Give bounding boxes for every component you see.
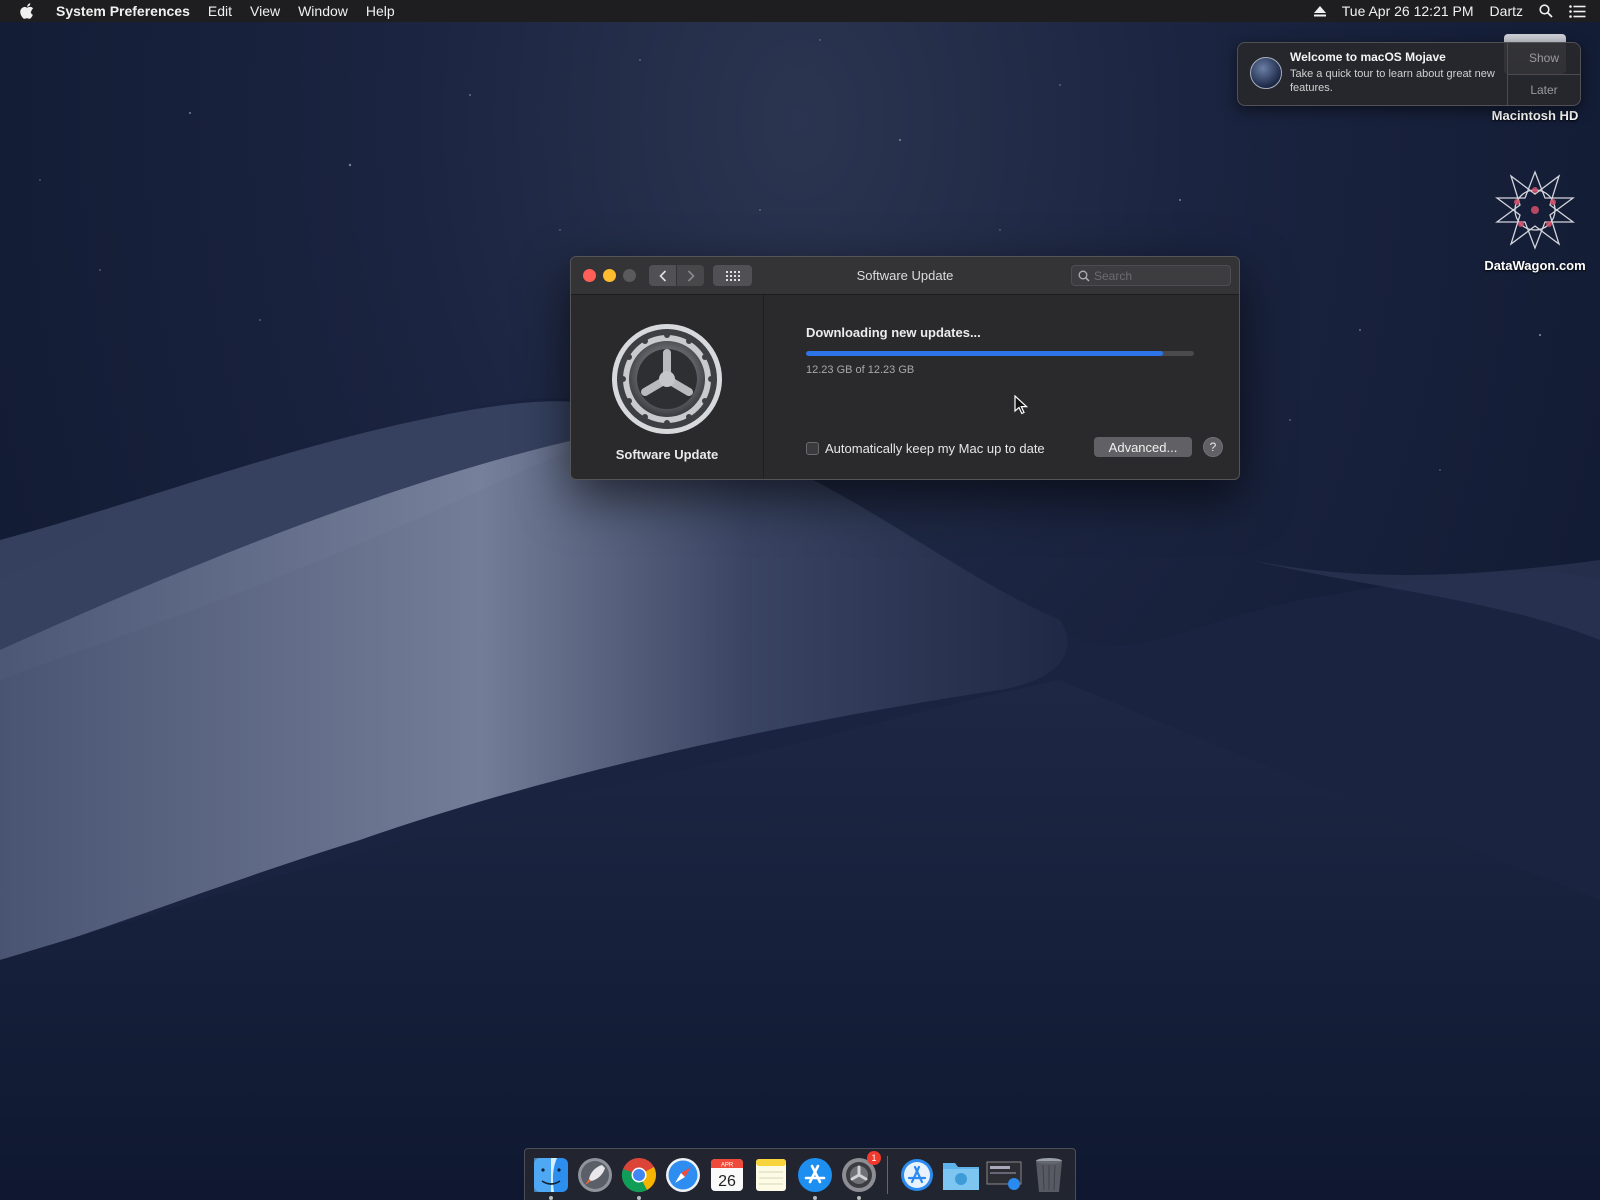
notification-badge: 1 bbox=[867, 1150, 881, 1165]
desktop-icon-label: DataWagon.com bbox=[1484, 258, 1586, 273]
chrome-icon bbox=[621, 1157, 656, 1192]
main-pane: Downloading new updates... 12.23 GB of 1… bbox=[764, 295, 1239, 479]
dock-safari[interactable] bbox=[663, 1155, 703, 1195]
sidebar-pane: Software Update bbox=[571, 295, 764, 479]
notification-center-icon[interactable] bbox=[1569, 4, 1586, 18]
show-all-button[interactable] bbox=[713, 265, 752, 286]
progress-fill bbox=[806, 351, 1163, 356]
running-indicator bbox=[549, 1195, 553, 1200]
launchpad-rocket-icon bbox=[578, 1157, 612, 1192]
close-button[interactable] bbox=[583, 269, 596, 282]
desktop-wallpaper-dunes bbox=[0, 398, 1600, 1200]
dock-system-preferences[interactable]: 1 bbox=[839, 1150, 881, 1200]
auto-update-label[interactable]: Automatically keep my Mac up to date bbox=[825, 441, 1045, 456]
running-indicator bbox=[637, 1195, 641, 1200]
dock-notes[interactable] bbox=[751, 1155, 791, 1195]
menu-help[interactable]: Help bbox=[357, 0, 404, 22]
chevron-left-icon bbox=[658, 269, 666, 282]
finder-icon bbox=[534, 1157, 568, 1192]
advanced-button[interactable]: Advanced... bbox=[1094, 437, 1192, 457]
back-button[interactable] bbox=[649, 265, 676, 286]
eject-icon[interactable] bbox=[1313, 5, 1326, 17]
dock-calendar[interactable]: APR 26 bbox=[707, 1155, 747, 1195]
calendar-day: 26 bbox=[718, 1173, 736, 1190]
menu-view[interactable]: View bbox=[241, 0, 289, 22]
minimize-button[interactable] bbox=[603, 269, 616, 282]
menu-edit[interactable]: Edit bbox=[199, 0, 241, 22]
desktop-wallpaper-stars bbox=[39, 39, 1542, 471]
auto-update-row[interactable]: Automatically keep my Mac up to date bbox=[806, 441, 1045, 456]
desktop-icon-label: Macintosh HD bbox=[1491, 108, 1579, 123]
app-store-icon bbox=[798, 1157, 832, 1192]
software-update-window: Software Update Search Software Update D… bbox=[570, 256, 1240, 480]
notification-title: Welcome to macOS Mojave bbox=[1290, 50, 1446, 64]
running-indicator bbox=[857, 1195, 861, 1200]
auto-update-checkbox[interactable] bbox=[806, 442, 819, 455]
notification-banner[interactable]: Welcome to macOS Mojave Take a quick tou… bbox=[1237, 42, 1581, 106]
notes-icon bbox=[756, 1158, 786, 1191]
dock-app-store[interactable] bbox=[795, 1155, 835, 1200]
folder-icon bbox=[943, 1162, 979, 1190]
download-size-text: 12.23 GB of 12.23 GB bbox=[806, 364, 915, 376]
search-input[interactable] bbox=[1094, 268, 1214, 283]
chevron-right-icon bbox=[687, 269, 695, 282]
sidebar-label: Software Update bbox=[615, 447, 719, 462]
notification-later-button[interactable]: Later bbox=[1508, 73, 1580, 106]
dock-finder[interactable] bbox=[531, 1155, 571, 1200]
trash-icon bbox=[1036, 1157, 1062, 1192]
calendar-month: APR bbox=[721, 1162, 734, 1168]
menu-window[interactable]: Window bbox=[289, 0, 357, 22]
dock-launchpad[interactable] bbox=[575, 1155, 615, 1195]
safari-compass-icon bbox=[666, 1157, 700, 1192]
apple-menu-icon[interactable] bbox=[16, 0, 38, 22]
forward-button[interactable] bbox=[677, 265, 704, 286]
menu-bar: System Preferences Edit View Window Help… bbox=[0, 0, 1600, 22]
running-indicator bbox=[813, 1195, 817, 1200]
desktop-icon-datawagon[interactable]: DataWagon.com bbox=[1470, 168, 1600, 273]
notification-body: Take a quick tour to learn about great n… bbox=[1290, 68, 1495, 94]
applications-stack-icon bbox=[901, 1158, 933, 1191]
mouse-cursor-icon bbox=[1014, 395, 1028, 415]
menu-app-name[interactable]: System Preferences bbox=[52, 0, 199, 22]
dock-applications-folder[interactable] bbox=[897, 1155, 937, 1195]
dock-chrome[interactable] bbox=[619, 1155, 659, 1200]
download-status: Downloading new updates... bbox=[806, 325, 981, 340]
spotlight-search-icon[interactable] bbox=[1539, 4, 1553, 18]
download-progress-bar bbox=[806, 351, 1194, 356]
grid-icon bbox=[725, 270, 740, 281]
macos-mojave-icon bbox=[1250, 57, 1282, 89]
dock-downloads-folder[interactable] bbox=[941, 1155, 981, 1195]
window-titlebar[interactable]: Software Update bbox=[571, 257, 1239, 295]
software-update-gear-icon bbox=[612, 324, 722, 434]
menu-clock[interactable]: Tue Apr 26 12:21 PM bbox=[1342, 3, 1474, 19]
calendar-icon: APR 26 bbox=[711, 1158, 743, 1191]
notification-show-button[interactable]: Show bbox=[1508, 43, 1580, 74]
dock: APR 26 1 bbox=[524, 1148, 1076, 1200]
dock-trash[interactable] bbox=[1029, 1155, 1069, 1195]
zoom-button[interactable] bbox=[623, 269, 636, 282]
search-field[interactable] bbox=[1071, 265, 1231, 286]
search-icon bbox=[1078, 270, 1090, 282]
dock-screenshot-stack[interactable] bbox=[985, 1155, 1025, 1195]
screenshot-stack-icon bbox=[986, 1161, 1022, 1190]
menu-user[interactable]: Dartz bbox=[1490, 3, 1523, 19]
datawagon-logo-icon bbox=[1495, 170, 1575, 250]
help-button[interactable]: ? bbox=[1203, 437, 1223, 457]
dock-separator bbox=[887, 1155, 888, 1194]
